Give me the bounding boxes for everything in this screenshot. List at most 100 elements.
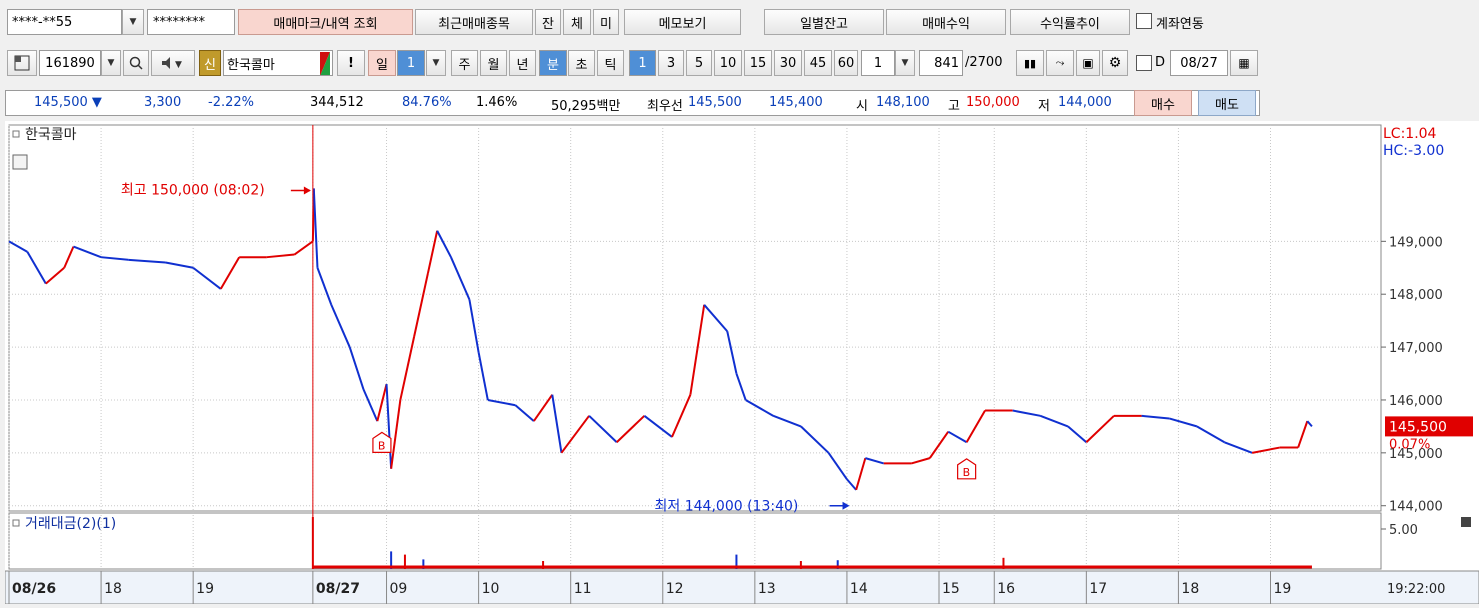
time-label: 19:22:00 [1387, 582, 1445, 597]
password-field[interactable]: ******** [147, 9, 235, 35]
trend-icon: ⤳ [1055, 56, 1065, 69]
trade-profit-button[interactable]: 매매수익 [886, 9, 1006, 35]
interval-3-label: 3 [666, 55, 676, 71]
period-tick-label: 틱 [604, 57, 617, 73]
bid-price: 145,400 [769, 95, 823, 110]
bar-count-value: 841 [934, 55, 959, 71]
save-button[interactable]: ▣ [1076, 50, 1100, 76]
price-change-pct: -2.22% [208, 95, 254, 110]
date-value: 08/27 [1180, 55, 1218, 71]
interval-30-label: 30 [779, 55, 797, 71]
interval-15-button[interactable]: 15 [744, 50, 772, 76]
interval-10-button[interactable]: 10 [714, 50, 742, 76]
chart-area[interactable]: 149,000 148,000 147,000 146,000 145,000 144,0… [4, 121, 1479, 605]
interval-1-button[interactable]: 1 [629, 50, 656, 76]
gear-icon: ⚙ [1108, 55, 1122, 71]
date-checkbox[interactable] [1136, 55, 1152, 71]
pending-button[interactable]: 미 [593, 9, 619, 35]
buy-button[interactable]: 매수 [1134, 90, 1192, 116]
x-tick-label: 10 [482, 581, 500, 597]
x-tick-label: 17 [1089, 581, 1107, 597]
memo-button[interactable]: 메모보기 [624, 9, 741, 35]
interval-5-button[interactable]: 5 [686, 50, 712, 76]
interval-3-button[interactable]: 3 [658, 50, 684, 76]
period-second-button[interactable]: 초 [568, 50, 595, 76]
pending-label: 미 [600, 16, 612, 32]
best-quote-label: 최우선 [647, 99, 683, 114]
account-field[interactable]: ****-**55 [7, 9, 122, 35]
period-minute-label: 분 [547, 57, 559, 73]
speaker-icon: ▼ [162, 57, 182, 70]
period-year-label: 년 [516, 57, 529, 73]
recent-trades-label: 최근매매종목 [438, 16, 510, 32]
period-month-button[interactable]: 월 [480, 50, 507, 76]
balance-button[interactable]: 잔 [535, 9, 561, 35]
layout-icon-button[interactable] [7, 50, 37, 76]
hc-label: HC:-3.00 [1383, 143, 1444, 159]
trade-profit-label: 매매수익 [922, 16, 970, 32]
chevron-down-icon: ▼ [901, 58, 909, 68]
account-link-checkbox[interactable] [1136, 13, 1152, 29]
sell-button[interactable]: 매도 [1198, 90, 1256, 116]
stock-code-input[interactable]: 161890 [39, 50, 101, 76]
recent-trades-button[interactable]: 최근매매종목 [415, 9, 533, 35]
executed-button[interactable]: 체 [563, 9, 591, 35]
sound-button[interactable]: ▼ [151, 50, 195, 76]
turnover-ratio: 1.46% [476, 95, 518, 110]
period-minute-button[interactable]: 분 [539, 50, 567, 76]
daily-balance-button[interactable]: 일별잔고 [764, 9, 884, 35]
custom-interval-dropdown[interactable]: ▼ [895, 50, 915, 76]
bar-count-field[interactable]: 841 [919, 50, 963, 76]
price-chart[interactable]: 149,000148,000147,000146,000145,000144,0… [4, 121, 1479, 605]
chart-type-button[interactable]: ▮▮ [1016, 50, 1044, 76]
period-tick-button[interactable]: 틱 [597, 50, 624, 76]
period-week-button[interactable]: 주 [451, 50, 478, 76]
x-tick-label: 13 [758, 581, 776, 597]
interval-60-label: 60 [837, 55, 855, 71]
x-tick-label: 08/27 [316, 581, 360, 597]
stock-name-field[interactable]: 한국콜마 [223, 50, 333, 76]
sell-label: 매도 [1215, 97, 1239, 113]
executed-label: 체 [571, 16, 583, 32]
x-tick-label: 19 [196, 581, 214, 597]
balance-label: 잔 [542, 16, 554, 32]
account-link-label: 계좌연동 [1156, 17, 1204, 32]
price-tick-label: 144,000 [1389, 500, 1443, 515]
alert-button[interactable]: ! [337, 50, 365, 76]
trade-amount: 50,295백만 [551, 99, 621, 114]
x-tick-label: 08/26 [12, 581, 56, 597]
settings-button[interactable]: ⚙ [1102, 50, 1128, 76]
compare-button[interactable]: ⤳ [1046, 50, 1074, 76]
table-icon [12, 154, 28, 170]
trade-mark-label: 매매마크/내역 조회 [273, 16, 378, 32]
save-icon: ▣ [1082, 56, 1094, 70]
low-price: 144,000 [1058, 95, 1112, 110]
custom-interval-field[interactable]: 1 [861, 50, 895, 76]
interval-30-button[interactable]: 30 [774, 50, 802, 76]
trade-mark-button[interactable]: 매매마크/내역 조회 [238, 9, 413, 35]
lc-label: LC:1.04 [1383, 126, 1437, 142]
day-number-dropdown[interactable]: ▼ [426, 50, 446, 76]
code-dropdown-button[interactable]: ▼ [101, 50, 121, 76]
x-tick-label: 18 [104, 581, 122, 597]
price-tick-label: 148,000 [1389, 288, 1443, 303]
period-day-button[interactable]: 일 [368, 50, 396, 76]
date-field[interactable]: 08/27 [1170, 50, 1228, 76]
return-trend-button[interactable]: 수익률추이 [1010, 9, 1130, 35]
close-icon [1461, 517, 1471, 527]
calendar-button[interactable]: ▦ [1230, 50, 1258, 76]
interval-45-label: 45 [809, 55, 827, 71]
interval-45-button[interactable]: 45 [804, 50, 832, 76]
interval-60-button[interactable]: 60 [834, 50, 858, 76]
new-badge-label: 신 [204, 57, 216, 73]
chevron-down-icon: ▼ [432, 58, 440, 68]
current-price-value: 145,500 [34, 95, 88, 110]
day-number-field[interactable]: 1 [397, 50, 425, 76]
ask-price: 145,500 [688, 95, 742, 110]
buy-marker-label: B [963, 466, 971, 479]
interval-1-label: 1 [638, 55, 647, 71]
search-button[interactable] [123, 50, 149, 76]
high-annotation: 최고 150,000 (08:02) [121, 182, 265, 198]
account-dropdown-button[interactable]: ▼ [122, 9, 144, 35]
period-year-button[interactable]: 년 [509, 50, 536, 76]
